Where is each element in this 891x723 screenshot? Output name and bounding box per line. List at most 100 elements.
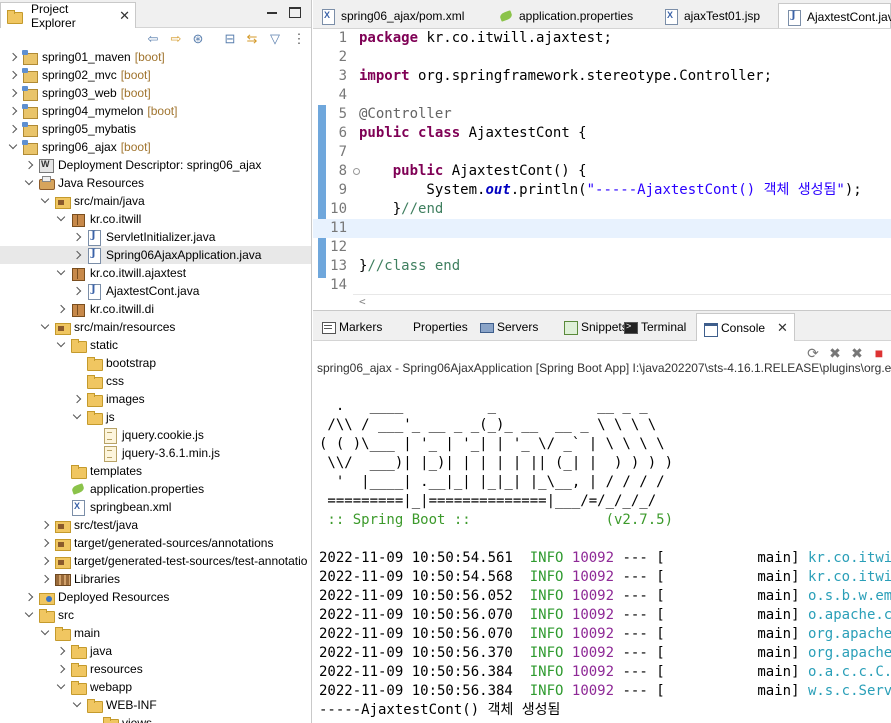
chevron-down-icon[interactable] [40, 322, 50, 332]
console-tab[interactable]: Terminal [617, 313, 692, 341]
chevron-right-icon[interactable] [24, 592, 34, 602]
chevron-right-icon[interactable] [40, 538, 50, 548]
chevron-down-icon[interactable] [56, 340, 66, 350]
chevron-down-icon[interactable] [56, 268, 66, 278]
chevron-right-icon[interactable] [8, 124, 18, 134]
editor-tab[interactable]: application.properties [491, 3, 633, 28]
chevron-right-icon[interactable] [8, 70, 18, 80]
chevron-right-icon[interactable] [72, 394, 82, 404]
code-text: package kr.co.itwill.ajaxtest; [359, 29, 612, 48]
tree-item[interactable]: kr.co.itwill [0, 210, 311, 228]
chevron-right-icon[interactable] [56, 646, 66, 656]
tree-item[interactable]: jquery.cookie.js [0, 426, 311, 444]
forward-arrow-icon[interactable]: ⇨ [168, 31, 184, 47]
scroll-left-icon[interactable]: < [359, 295, 366, 308]
log-thread: [ main] [656, 550, 800, 566]
tree-item[interactable]: src/main/resources [0, 318, 311, 336]
chevron-right-icon[interactable] [40, 556, 50, 566]
tree-item[interactable]: WEB-INF [0, 696, 311, 714]
console-tab[interactable]: Servers [473, 313, 544, 341]
chevron-down-icon[interactable] [56, 214, 66, 224]
tree-item[interactable]: Libraries [0, 570, 311, 588]
chevron-right-icon[interactable] [56, 664, 66, 674]
tree-item[interactable]: AjaxtestCont.java [0, 282, 311, 300]
tree-item[interactable]: bootstrap [0, 354, 311, 372]
chevron-down-icon[interactable] [72, 412, 82, 422]
tree-item[interactable]: templates [0, 462, 311, 480]
collapse-all-icon[interactable]: ⊟ [222, 31, 238, 47]
chevron-right-icon[interactable] [40, 574, 50, 584]
console-tab[interactable]: Properties [389, 313, 474, 341]
tree-item[interactable]: src [0, 606, 311, 624]
tree-item[interactable]: spring06_ajax [boot] [0, 138, 311, 156]
editor-tab[interactable]: spring06_ajax/pom.xml [313, 3, 464, 28]
maximize-icon[interactable] [289, 7, 301, 18]
terminate-remove-icon[interactable]: ✖ [827, 345, 843, 361]
relaunch-icon[interactable]: ⟳ [805, 345, 821, 361]
chevron-right-icon[interactable] [72, 286, 82, 296]
tree-item[interactable]: Spring06AjaxApplication.java [0, 246, 311, 264]
chevron-right-icon[interactable] [72, 232, 82, 242]
editor-tab[interactable]: ajaxTest01.jsp [656, 3, 760, 28]
chevron-right-icon[interactable] [24, 160, 34, 170]
minimize-icon[interactable] [266, 7, 278, 18]
tree-item[interactable]: target/generated-sources/annotations [0, 534, 311, 552]
chevron-down-icon[interactable] [40, 628, 50, 638]
horizontal-scrollbar[interactable]: < [353, 294, 891, 308]
back-arrow-icon[interactable]: ⇦ [145, 31, 161, 47]
tree-item[interactable]: springbean.xml [0, 498, 311, 516]
editor-tab[interactable]: AjaxtestCont.java [778, 3, 891, 28]
tree-item[interactable]: src/test/java [0, 516, 311, 534]
console-tab[interactable]: Markers [315, 313, 388, 341]
tree-item[interactable]: main [0, 624, 311, 642]
stop-icon[interactable]: ■ [871, 345, 887, 361]
tree-item[interactable]: css [0, 372, 311, 390]
chevron-down-icon[interactable] [72, 700, 82, 710]
up-folder-icon[interactable]: ⊛ [190, 31, 206, 47]
project-explorer-tab[interactable]: Project Explorer ✕ [0, 2, 136, 30]
chevron-right-icon[interactable] [8, 52, 18, 62]
console-output[interactable]: . ____ _ __ _ _ /\\ / ___'_ __ _ _(_)_ _… [319, 397, 891, 723]
tree-item[interactable]: target/generated-test-sources/test-annot… [0, 552, 311, 570]
tree-item[interactable]: application.properties [0, 480, 311, 498]
tree-item[interactable]: webapp [0, 678, 311, 696]
tree-item[interactable]: spring02_mvc [boot] [0, 66, 311, 84]
tree-item[interactable]: Deployed Resources [0, 588, 311, 606]
tree-item[interactable]: resources [0, 660, 311, 678]
chevron-right-icon[interactable] [8, 88, 18, 98]
chevron-right-icon[interactable] [8, 106, 18, 116]
tree-item[interactable]: static [0, 336, 311, 354]
chevron-down-icon[interactable] [24, 610, 34, 620]
tree-item[interactable]: Java Resources [0, 174, 311, 192]
tree-item[interactable]: views [0, 714, 311, 723]
view-menu-icon[interactable]: ⋮ [291, 31, 307, 47]
tree-item[interactable]: spring05_mybatis [0, 120, 311, 138]
code-token: class [418, 125, 461, 141]
tree-item[interactable]: src/main/java [0, 192, 311, 210]
tree-item[interactable]: java [0, 642, 311, 660]
tree-item[interactable]: js [0, 408, 311, 426]
tree-item[interactable]: images [0, 390, 311, 408]
chevron-right-icon[interactable] [72, 250, 82, 260]
code-area[interactable]: 1 package kr.co.itwill.ajaxtest; 2 3 import … [313, 29, 891, 308]
remove-all-terminated-icon[interactable]: ✖ [849, 345, 865, 361]
tree-item[interactable]: spring03_web [boot] [0, 84, 311, 102]
filter-icon[interactable]: ▽ [267, 31, 283, 47]
chevron-down-icon[interactable] [24, 178, 34, 188]
console-tab[interactable]: Console ✕ [696, 313, 795, 341]
chevron-right-icon[interactable] [40, 520, 50, 530]
tree-item[interactable]: ServletInitializer.java [0, 228, 311, 246]
close-icon[interactable]: ✕ [777, 320, 788, 336]
tree-item[interactable]: spring04_mymelon [boot] [0, 102, 311, 120]
tree-item[interactable]: Deployment Descriptor: spring06_ajax [0, 156, 311, 174]
tree-item[interactable]: spring01_maven [boot] [0, 48, 311, 66]
chevron-down-icon[interactable] [8, 142, 18, 152]
link-with-editor-icon[interactable]: ⇆ [244, 31, 260, 47]
chevron-down-icon[interactable] [40, 196, 50, 206]
chevron-right-icon[interactable] [56, 304, 66, 314]
tree-item[interactable]: jquery-3.6.1.min.js [0, 444, 311, 462]
close-icon[interactable]: ✕ [119, 8, 130, 24]
tree-item[interactable]: kr.co.itwill.di [0, 300, 311, 318]
chevron-down-icon[interactable] [56, 682, 66, 692]
tree-item[interactable]: kr.co.itwill.ajaxtest [0, 264, 311, 282]
